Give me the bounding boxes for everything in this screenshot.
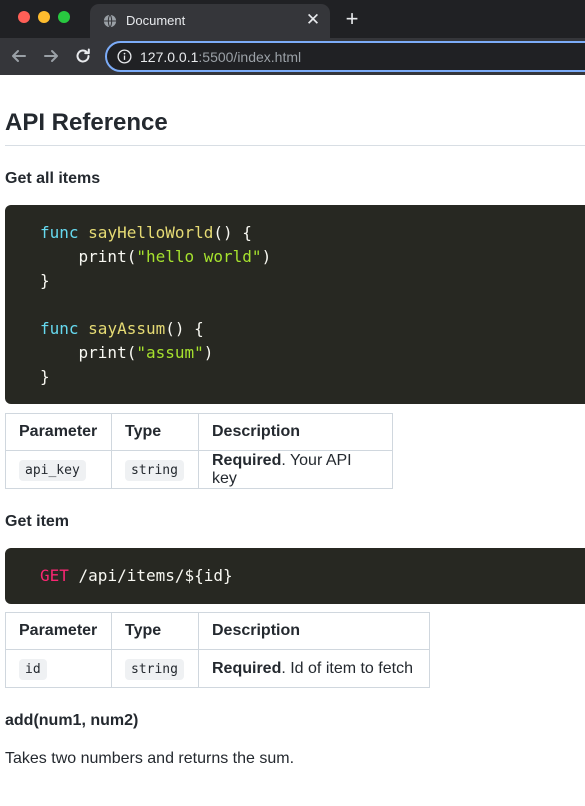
minimize-window-button[interactable] (38, 11, 50, 23)
page-content: API Reference Get all items func sayHell… (0, 75, 585, 806)
description-text: . Id of item to fetch (281, 659, 413, 677)
code-line: print("assum") (40, 343, 214, 363)
param-name: id (19, 658, 47, 680)
code-token: ) (203, 343, 214, 362)
column-header-parameter: Parameter (5, 413, 112, 451)
close-tab-icon[interactable]: ✕ (304, 10, 322, 30)
column-header-type: Type (111, 413, 199, 451)
code-token: print( (40, 247, 137, 266)
required-label: Required (212, 659, 282, 677)
code-token: () { (213, 223, 252, 242)
column-header-description: Description (198, 612, 430, 650)
function-description: Takes two numbers and returns the sum. (5, 750, 295, 767)
param-type: string (125, 459, 184, 481)
new-tab-button[interactable]: + (342, 8, 362, 30)
code-line: GET /api/items/${id} (40, 566, 233, 586)
code-token: "hello world" (136, 247, 262, 266)
page-title: API Reference (5, 109, 585, 146)
parameters-table-get-item: Parameter Type Description id string Req… (5, 612, 430, 688)
code-token: "assum" (136, 343, 204, 362)
code-token: /api/items/${id} (68, 566, 233, 585)
code-line: func sayAssum() { (40, 319, 204, 339)
tab-bar: Document ✕ + (0, 0, 585, 38)
table-header-row: Parameter Type Description (5, 413, 393, 451)
code-token: ) (261, 247, 272, 266)
code-line: } (40, 367, 50, 387)
table-row: api_key string Required. Your API key (5, 450, 393, 489)
code-token: GET (40, 566, 69, 585)
param-cell: id (5, 649, 112, 688)
column-header-type: Type (111, 612, 199, 650)
param-cell: api_key (5, 450, 112, 489)
code-token: print( (40, 343, 137, 362)
code-token: sayHelloWorld (88, 223, 214, 242)
column-header-description: Description (198, 413, 393, 451)
code-block-endpoint: GET /api/items/${id} (5, 548, 585, 604)
function-heading: add(num1, num2) (5, 712, 139, 729)
back-arrow-icon[interactable] (8, 45, 30, 67)
reload-icon[interactable] (72, 45, 94, 67)
code-line: } (40, 271, 50, 291)
tab-title: Document (126, 13, 186, 28)
description-cell: Required. Your API key (198, 450, 393, 489)
table-row: id string Required. Id of item to fetch (5, 649, 430, 688)
code-token: () { (165, 319, 204, 338)
table-header-row: Parameter Type Description (5, 612, 430, 650)
param-type: string (125, 658, 184, 680)
section-heading-get-item: Get item (5, 513, 70, 530)
url-path: :5500/index.html (198, 49, 302, 65)
info-icon[interactable] (117, 49, 132, 64)
type-cell: string (111, 450, 199, 489)
url-text: 127.0.0.1:5500/index.html (140, 49, 301, 65)
address-bar[interactable]: 127.0.0.1:5500/index.html (105, 41, 585, 72)
description-cell: Required. Id of item to fetch (198, 649, 430, 688)
code-token: func (40, 319, 89, 338)
type-cell: string (111, 649, 199, 688)
close-window-button[interactable] (18, 11, 30, 23)
browser-tab[interactable]: Document ✕ (90, 4, 330, 38)
code-line: print("hello world") (40, 247, 272, 267)
required-label: Required (212, 451, 282, 469)
code-token: func (40, 223, 89, 242)
code-token: } (40, 271, 50, 290)
column-header-parameter: Parameter (5, 612, 112, 650)
forward-arrow-icon[interactable] (40, 45, 62, 67)
code-block-functions: func sayHelloWorld() { print("hello worl… (5, 205, 585, 404)
parameters-table-get-all-items: Parameter Type Description api_key strin… (5, 413, 393, 489)
code-token: } (40, 367, 50, 386)
code-line: func sayHelloWorld() { (40, 223, 252, 243)
url-host: 127.0.0.1 (140, 49, 199, 65)
maximize-window-button[interactable] (58, 11, 70, 23)
code-token: sayAssum (88, 319, 166, 338)
browser-toolbar: 127.0.0.1:5500/index.html (0, 38, 585, 75)
section-heading-get-all-items: Get all items (5, 170, 101, 187)
globe-icon (103, 14, 117, 28)
param-name: api_key (19, 459, 86, 481)
